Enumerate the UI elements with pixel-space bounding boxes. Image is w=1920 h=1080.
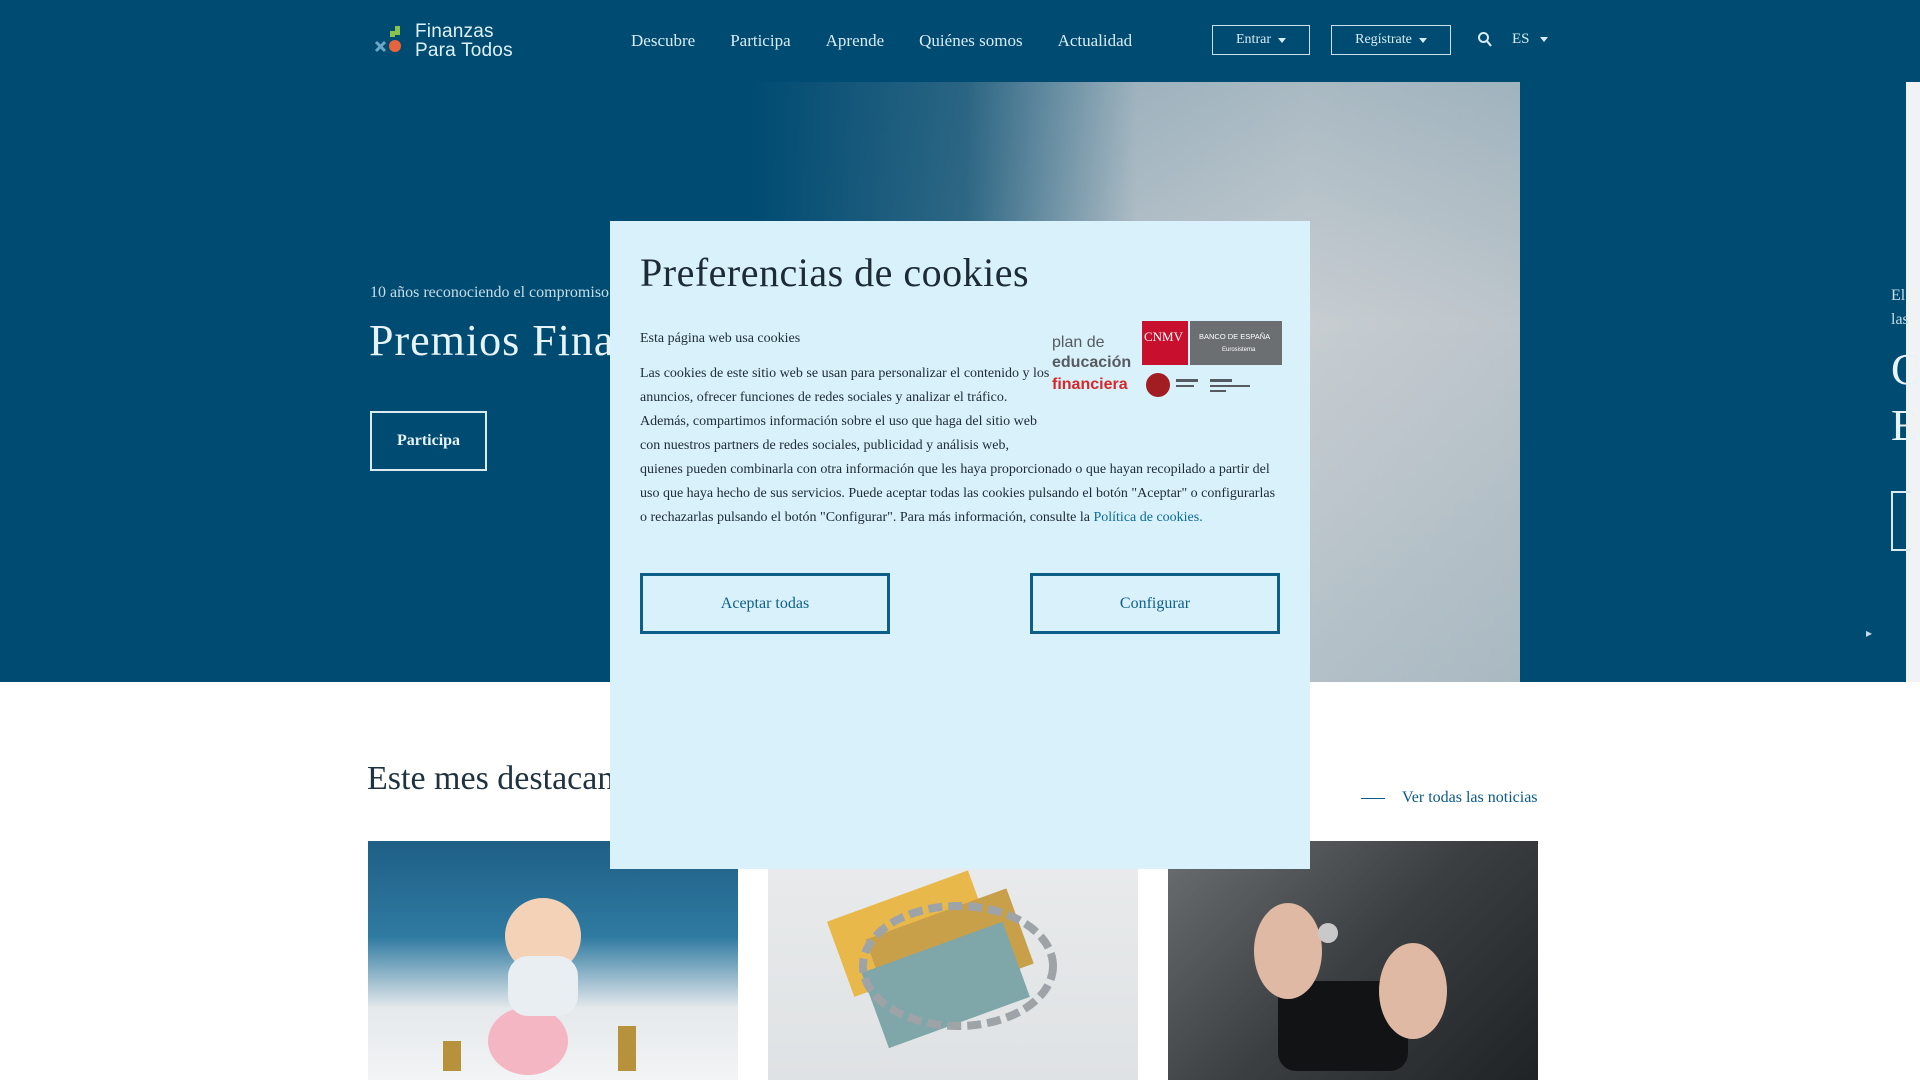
- logo-bde-line2: Eurosistema: [1222, 347, 1256, 353]
- logo-bde-line1: BANCO DE ESPAÑA: [1199, 332, 1270, 341]
- bde-badge: [1190, 321, 1282, 365]
- cookie-modal-title: Preferencias de cookies: [640, 250, 1030, 295]
- accept-all-cookies-button[interactable]: Aceptar todas: [640, 573, 890, 634]
- cookie-policy-link[interactable]: Política de cookies.: [1093, 510, 1202, 525]
- cookie-preferences-modal: Preferencias de cookies Esta página web …: [610, 221, 1310, 869]
- configure-cookies-button[interactable]: Configurar: [1030, 573, 1280, 634]
- logo-plan-line1: plan de: [1052, 334, 1105, 351]
- cookie-modal-body: Las cookies de este sitio web se usan pa…: [640, 362, 1282, 530]
- logo-cnmv-text: CNMV: [1144, 329, 1184, 344]
- cookie-modal-subtitle: Esta página web usa cookies: [640, 331, 801, 346]
